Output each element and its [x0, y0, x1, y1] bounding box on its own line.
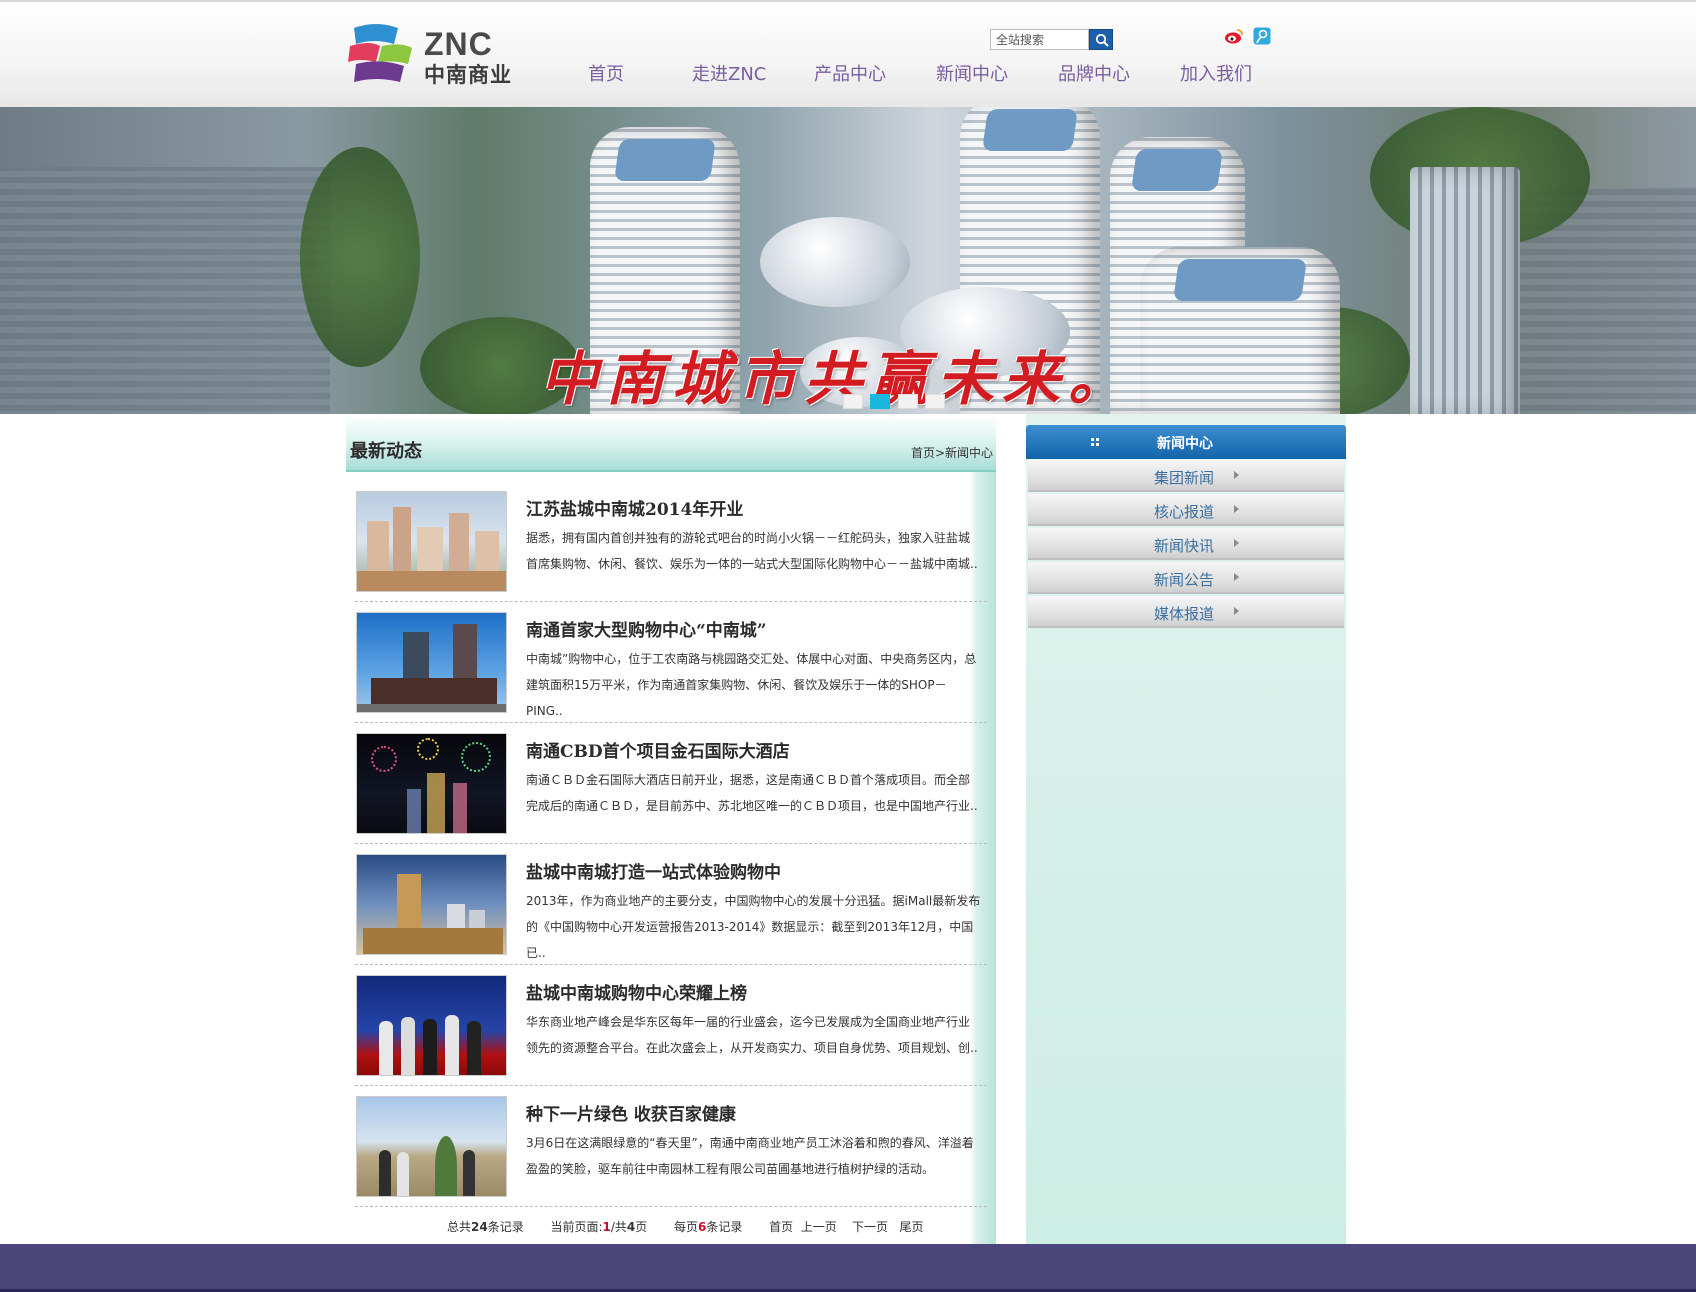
nav-home-label[interactable]: 首页 — [588, 64, 624, 85]
pager-last[interactable]: 尾页 — [899, 1220, 923, 1234]
sidebar-item-label[interactable]: 核心报道 — [1154, 501, 1214, 522]
sidebar-header: 新闻中心 — [1026, 425, 1346, 459]
news-item[interactable]: 盐城中南城打造一站式体验购物中 2013年，作为商业地产的主要分支，中国购物中心… — [355, 844, 987, 965]
weibo-icon — [1225, 29, 1243, 44]
carousel-dot-2[interactable] — [870, 394, 890, 409]
pager-next[interactable]: 下一页 — [852, 1220, 888, 1234]
pager-total-prefix: 总共 — [447, 1220, 472, 1234]
news-excerpt: 2013年，作为商业地产的主要分支，中国购物中心的发展十分迅猛。据iMall最新… — [526, 894, 981, 960]
banner-tower — [1410, 167, 1520, 414]
nav-join[interactable]: 加入我们 — [1180, 60, 1252, 86]
sidebar-item-label[interactable]: 媒体报道 — [1154, 603, 1214, 624]
news-title[interactable]: 盐城中南城打造一站式体验购物中 — [526, 858, 781, 883]
banner-tower — [1140, 247, 1340, 414]
pager-per-suffix: 条记录 — [706, 1220, 743, 1234]
news-excerpt: 中南城”购物中心，位于工农南路与桃园路交汇处、体展中心对面、中央商务区内，总建筑… — [526, 652, 977, 718]
sidebar-item-label[interactable]: 新闻公告 — [1154, 569, 1214, 590]
nav-brands-label[interactable]: 品牌中心 — [1058, 64, 1130, 85]
search-button[interactable] — [1089, 29, 1113, 50]
pager-current-page: 1 — [602, 1220, 611, 1234]
banner-pod — [760, 217, 910, 307]
nav-join-label[interactable]: 加入我们 — [1180, 64, 1252, 85]
news-item[interactable]: 南通CBD首个项目金石国际大酒店 南通ＣＢＤ金石国际大酒店日前开业，据悉，这是南… — [355, 723, 987, 844]
news-thumbnail[interactable] — [356, 854, 507, 955]
news-title[interactable]: 种下一片绿色 收获百家健康 — [526, 1100, 736, 1125]
nav-home[interactable]: 首页 — [588, 60, 624, 86]
section-title: 最新动态 — [350, 441, 422, 462]
pager-total-suffix: 条记录 — [487, 1220, 524, 1234]
carousel-dot-4[interactable] — [925, 394, 945, 409]
nav-news[interactable]: 新闻中心 — [936, 60, 1008, 86]
logo-mark — [348, 24, 412, 82]
banner-road-left — [0, 167, 330, 414]
news-list-header — [346, 414, 996, 472]
pager-first[interactable]: 首页 — [769, 1220, 793, 1234]
news-title[interactable]: 盐城中南城购物中心荣耀上榜 — [526, 979, 747, 1004]
site-header: ZNC 中南商业 首页 走进ZNC 产品中心 新闻中心 品牌中心 加入我们 — [0, 0, 1696, 107]
news-thumbnail[interactable] — [356, 1096, 507, 1197]
nav-about-label[interactable]: 走进ZNC — [692, 64, 766, 85]
tencent-weibo-link[interactable] — [1253, 27, 1273, 47]
news-thumbnail[interactable] — [356, 491, 507, 592]
banner-trees — [300, 147, 420, 367]
sidebar-title: 新闻中心 — [1157, 436, 1213, 452]
site-footer — [0, 1244, 1696, 1292]
search-input[interactable] — [990, 29, 1089, 50]
news-thumbnail[interactable] — [356, 975, 507, 1076]
nav-products[interactable]: 产品中心 — [814, 60, 886, 86]
logo[interactable]: ZNC 中南商业 — [346, 22, 521, 87]
pager-current-prefix: 当前页面: — [550, 1220, 603, 1234]
carousel-dot-3[interactable] — [898, 394, 918, 409]
pager-prev[interactable]: 上一页 — [801, 1220, 837, 1234]
logo-latin-text: ZNC — [424, 26, 493, 62]
sidebar-item-announcements[interactable]: 新闻公告 — [1028, 562, 1344, 594]
sidebar-item-group-news[interactable]: 集团新闻 — [1028, 460, 1344, 492]
nav-products-label[interactable]: 产品中心 — [814, 64, 886, 85]
news-title[interactable]: 南通首家大型购物中心“中南城” — [526, 616, 767, 641]
pager-pages-suffix: 页 — [635, 1220, 648, 1234]
news-item[interactable]: 盐城中南城购物中心荣耀上榜 华东商业地产峰会是华东区每年一届的行业盛会，迄今已发… — [355, 965, 987, 1086]
chevron-right-icon — [1234, 573, 1239, 581]
news-item[interactable]: 种下一片绿色 收获百家健康 3月6日在这满眼绿意的“春天里”，南通中南商业地产员… — [355, 1086, 987, 1207]
chevron-right-icon — [1234, 471, 1239, 479]
sidebar-item-media-reports[interactable]: 媒体报道 — [1028, 596, 1344, 628]
news-excerpt: 华东商业地产峰会是华东区每年一届的行业盛会，迄今已发展成为全国商业地产行业领先的… — [526, 1015, 978, 1055]
carousel-dot-1[interactable] — [843, 394, 863, 409]
weibo-link[interactable] — [1224, 27, 1244, 47]
news-title[interactable]: 南通CBD首个项目金石国际大酒店 — [526, 737, 790, 762]
news-excerpt: 据悉，拥有国内首创并独有的游轮式吧台的时尚小火锅－－红舵码头，独家入驻盐城首席集… — [526, 531, 978, 571]
chevron-right-icon — [1234, 539, 1239, 547]
search-icon — [1095, 33, 1109, 47]
news-thumbnail[interactable] — [356, 612, 507, 713]
news-title[interactable]: 江苏盐城中南城2014年开业 — [526, 495, 743, 520]
news-excerpt: 南通ＣＢＤ金石国际大酒店日前开业，据悉，这是南通ＣＢＤ首个落成项目。而全部完成后… — [526, 773, 978, 813]
sidebar-item-label[interactable]: 新闻快讯 — [1154, 535, 1214, 556]
sidebar-item-news-flash[interactable]: 新闻快讯 — [1028, 528, 1344, 560]
nav-brands[interactable]: 品牌中心 — [1058, 60, 1130, 86]
pager-page-count: 4 — [626, 1220, 636, 1234]
sidebar-item-core-reports[interactable]: 核心报道 — [1028, 494, 1344, 526]
nav-about[interactable]: 走进ZNC — [692, 60, 766, 86]
hero-banner[interactable]: 中南城市共赢未来。 — [0, 107, 1696, 414]
site-search — [990, 29, 1113, 50]
pagination: 总共24条记录 当前页面:1/共4页 每页6条记录 首页 上一页 下一页 尾页 — [447, 1218, 923, 1235]
news-excerpt: 3月6日在这满眼绿意的“春天里”，南通中南商业地产员工沐浴着和煦的春风、洋溢着盈… — [526, 1136, 974, 1176]
banner-slogan: 中南城市共赢未来。 — [540, 345, 1135, 413]
news-thumbnail[interactable] — [356, 733, 507, 834]
news-item[interactable]: 南通首家大型购物中心“中南城” 中南城”购物中心，位于工农南路与桃园路交汇处、体… — [355, 602, 987, 723]
pager-per-prefix: 每页 — [673, 1220, 698, 1234]
news-item[interactable]: 江苏盐城中南城2014年开业 据悉，拥有国内首创并独有的游轮式吧台的时尚小火锅－… — [355, 481, 987, 602]
breadcrumb[interactable]: 首页>新闻中心 — [911, 444, 993, 461]
sidebar-item-label[interactable]: 集团新闻 — [1154, 467, 1214, 488]
pager-pages-prefix: /共 — [610, 1220, 627, 1234]
logo-chinese-text: 中南商业 — [424, 63, 512, 87]
grip-icon — [1091, 438, 1099, 446]
chevron-right-icon — [1234, 607, 1239, 615]
tencent-weibo-icon — [1253, 27, 1271, 45]
nav-news-label[interactable]: 新闻中心 — [936, 64, 1008, 85]
chevron-right-icon — [1234, 505, 1239, 513]
pager-total-count: 24 — [471, 1220, 488, 1234]
